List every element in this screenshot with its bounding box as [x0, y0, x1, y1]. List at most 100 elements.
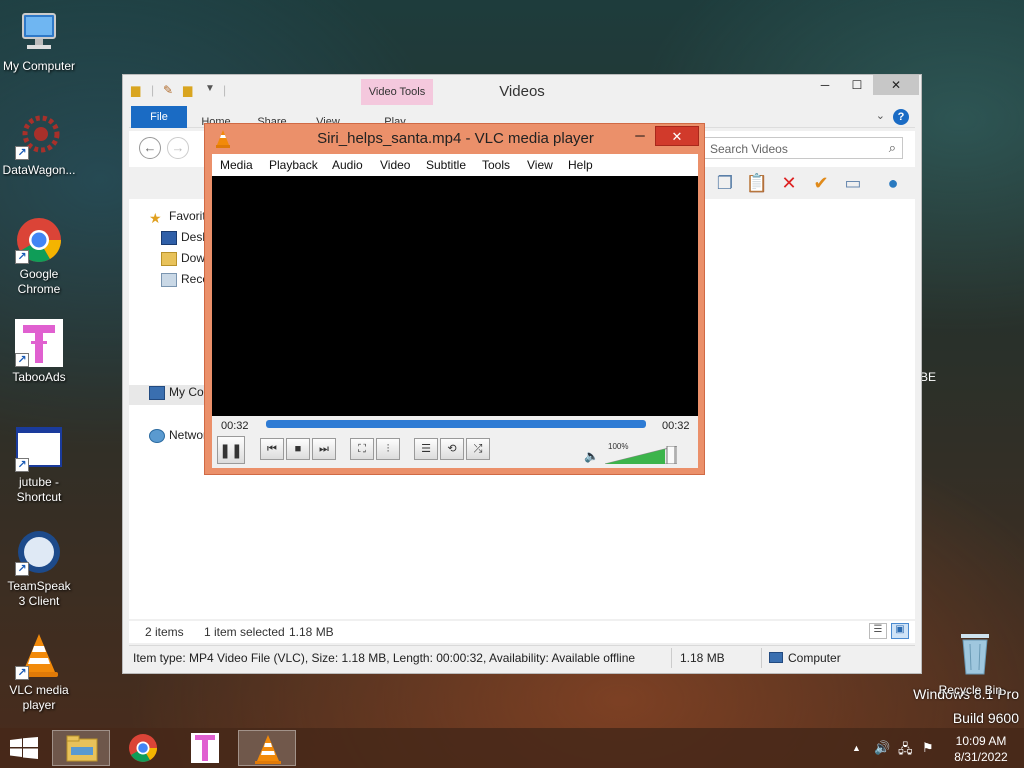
desktop-icon-label: VLC media player — [9, 683, 69, 712]
delete-icon[interactable]: ✕ — [777, 171, 801, 195]
desktop-icon-label: Google Chrome — [17, 267, 61, 296]
video-display[interactable] — [212, 176, 698, 416]
details-view-icon[interactable]: ☰ — [869, 623, 887, 639]
menu-playback[interactable]: Playback — [269, 158, 318, 172]
minimize-button[interactable]: ─ — [809, 75, 841, 95]
folder-icon — [66, 735, 98, 762]
shortcut-arrow-icon: ↗ — [15, 250, 29, 264]
desktop-icon-datawagon[interactable]: ↗ DataWagon... — [0, 112, 78, 178]
tab-file[interactable]: File — [131, 106, 187, 128]
pause-button[interactable]: ❚❚ — [217, 436, 245, 464]
explorer-titlebar[interactable]: ▆ | ✎ ▆ ▼ | Video Tools Videos ─ ☐ ✕ — [123, 75, 921, 105]
desktop-icon-recycle-bin[interactable] — [940, 630, 1010, 681]
paste-icon[interactable]: 📋 — [745, 171, 769, 195]
desktop-icon-label: DataWagon... — [2, 163, 76, 177]
copy-icon[interactable]: ❐ — [713, 171, 737, 195]
desktop-icon-label: My Computer — [2, 59, 76, 73]
tabooads-icon — [191, 733, 219, 763]
desktop-icon-my-computer[interactable]: My Computer — [0, 8, 78, 74]
vlc-maximize[interactable]: ─ — [625, 126, 655, 146]
vlc-close-button[interactable]: ✕ — [655, 126, 699, 146]
desktop-icon-label: TeamSpeak 3 Client — [7, 579, 71, 608]
previous-button[interactable]: ⏮ — [260, 438, 284, 460]
vlc-menubar: Media Playback Audio Video Subtitle Tool… — [212, 154, 698, 176]
computer-small-icon — [769, 652, 783, 663]
fullscreen-button[interactable]: ⛶ — [350, 438, 374, 460]
computer-icon — [149, 385, 165, 400]
taskbar-google-chrome[interactable] — [114, 730, 172, 766]
rename-icon[interactable]: ▭ — [841, 171, 865, 195]
separator — [761, 648, 762, 668]
taskbar-tabooads[interactable] — [176, 730, 234, 766]
selected-count: 1 item selected — [204, 625, 285, 639]
desktop-icon-google-chrome[interactable]: ↗ Google Chrome — [0, 216, 78, 297]
volume-slider[interactable] — [605, 446, 677, 464]
loop-button[interactable]: ⟲ — [440, 438, 464, 460]
menu-tools[interactable]: Tools — [482, 158, 510, 172]
computer-icon — [22, 13, 56, 49]
show-hidden-icons-icon[interactable]: ▲ — [852, 743, 861, 753]
seek-slider[interactable] — [266, 420, 646, 428]
time-total[interactable]: 00:32 — [662, 420, 690, 432]
partial-desktop-text: BE — [920, 370, 937, 384]
item-details: Item type: MP4 Video File (VLC), Size: 1… — [133, 651, 636, 665]
taskbar: ▲ 🔊 🖧 ⚑ 10:09 AM 8/31/2022 — [0, 728, 1024, 768]
search-icon: ⌕ — [888, 140, 896, 155]
menu-help[interactable]: Help — [568, 158, 593, 172]
check-icon[interactable]: ✔ — [809, 171, 833, 195]
item-count: 2 items — [145, 625, 184, 639]
menu-media[interactable]: Media — [220, 158, 253, 172]
search-input[interactable]: Search Videos ⌕ — [703, 137, 903, 159]
explorer-toolbar: ❐ 📋 ✕ ✔ ▭ ● — [713, 169, 913, 197]
status-bar: 2 items 1 item selected 1.18 MB ☰ ▣ — [129, 621, 915, 643]
close-button[interactable]: ✕ — [873, 75, 919, 95]
vlc-window[interactable]: Siri_helps_santa.mp4 - VLC media player … — [204, 123, 705, 475]
chevron-down-icon[interactable]: ⌄ — [876, 109, 885, 122]
maximize-button[interactable]: ☐ — [841, 75, 873, 95]
forward-button[interactable]: → — [167, 137, 189, 159]
clock-time: 10:09 AM — [955, 734, 1007, 748]
vlc-cone-icon — [255, 735, 281, 764]
action-center-flag-icon[interactable]: ⚑ — [922, 740, 934, 756]
volume-handle[interactable] — [666, 446, 676, 464]
desktop-icon-vlc[interactable]: ↗ VLC media player — [0, 632, 78, 713]
extended-settings-button[interactable]: ⫶ — [376, 438, 400, 460]
shortcut-arrow-icon: ↗ — [15, 666, 29, 680]
network-icon[interactable]: 🖧 — [898, 740, 913, 762]
stop-button[interactable]: ■ — [286, 438, 310, 460]
selected-size: 1.18 MB — [289, 625, 334, 639]
desktop-icon-teamspeak[interactable]: ↗ TeamSpeak 3 Client — [0, 528, 78, 609]
menu-audio[interactable]: Audio — [332, 158, 363, 172]
shortcut-arrow-icon: ↗ — [15, 353, 29, 367]
taskbar-file-explorer[interactable] — [52, 730, 110, 766]
menu-video[interactable]: Video — [380, 158, 410, 172]
recycle-bin-label: Recycle Bin — [938, 683, 1002, 697]
menu-view[interactable]: View — [527, 158, 553, 172]
back-button[interactable]: ← — [139, 137, 161, 159]
shortcut-arrow-icon: ↗ — [15, 458, 29, 472]
desktop-icon-label: TabooAds — [12, 370, 66, 384]
playlist-button[interactable]: ☰ — [414, 438, 438, 460]
chrome-icon — [129, 734, 157, 762]
speaker-icon[interactable]: 🔈 — [584, 449, 599, 463]
taskbar-vlc[interactable] — [238, 730, 296, 766]
clock[interactable]: 10:09 AM 8/31/2022 — [946, 733, 1016, 765]
volume-fill — [605, 449, 665, 464]
large-icons-view-icon[interactable]: ▣ — [891, 623, 909, 639]
windows-start-icon[interactable] — [10, 737, 38, 759]
desktop-icon — [161, 230, 177, 245]
volume-icon[interactable]: 🔊 — [874, 740, 890, 756]
downloads-icon — [161, 251, 177, 266]
detail-location: Computer — [788, 651, 841, 665]
globe-icon[interactable]: ● — [881, 171, 905, 195]
time-elapsed[interactable]: 00:32 — [221, 420, 249, 432]
shortcut-arrow-icon: ↗ — [15, 562, 29, 576]
desktop-icon-jutube[interactable]: ↗ jutube - Shortcut — [0, 424, 78, 505]
desktop-icon-tabooads[interactable]: ↗ TabooAds — [0, 319, 78, 385]
recent-places-icon — [161, 272, 177, 287]
windows-watermark-build: Build 9600 — [952, 710, 1019, 726]
menu-subtitle[interactable]: Subtitle — [426, 158, 466, 172]
help-icon[interactable]: ? — [893, 109, 909, 125]
shuffle-button[interactable]: ⤮ — [466, 438, 490, 460]
next-button[interactable]: ⏭ — [312, 438, 336, 460]
